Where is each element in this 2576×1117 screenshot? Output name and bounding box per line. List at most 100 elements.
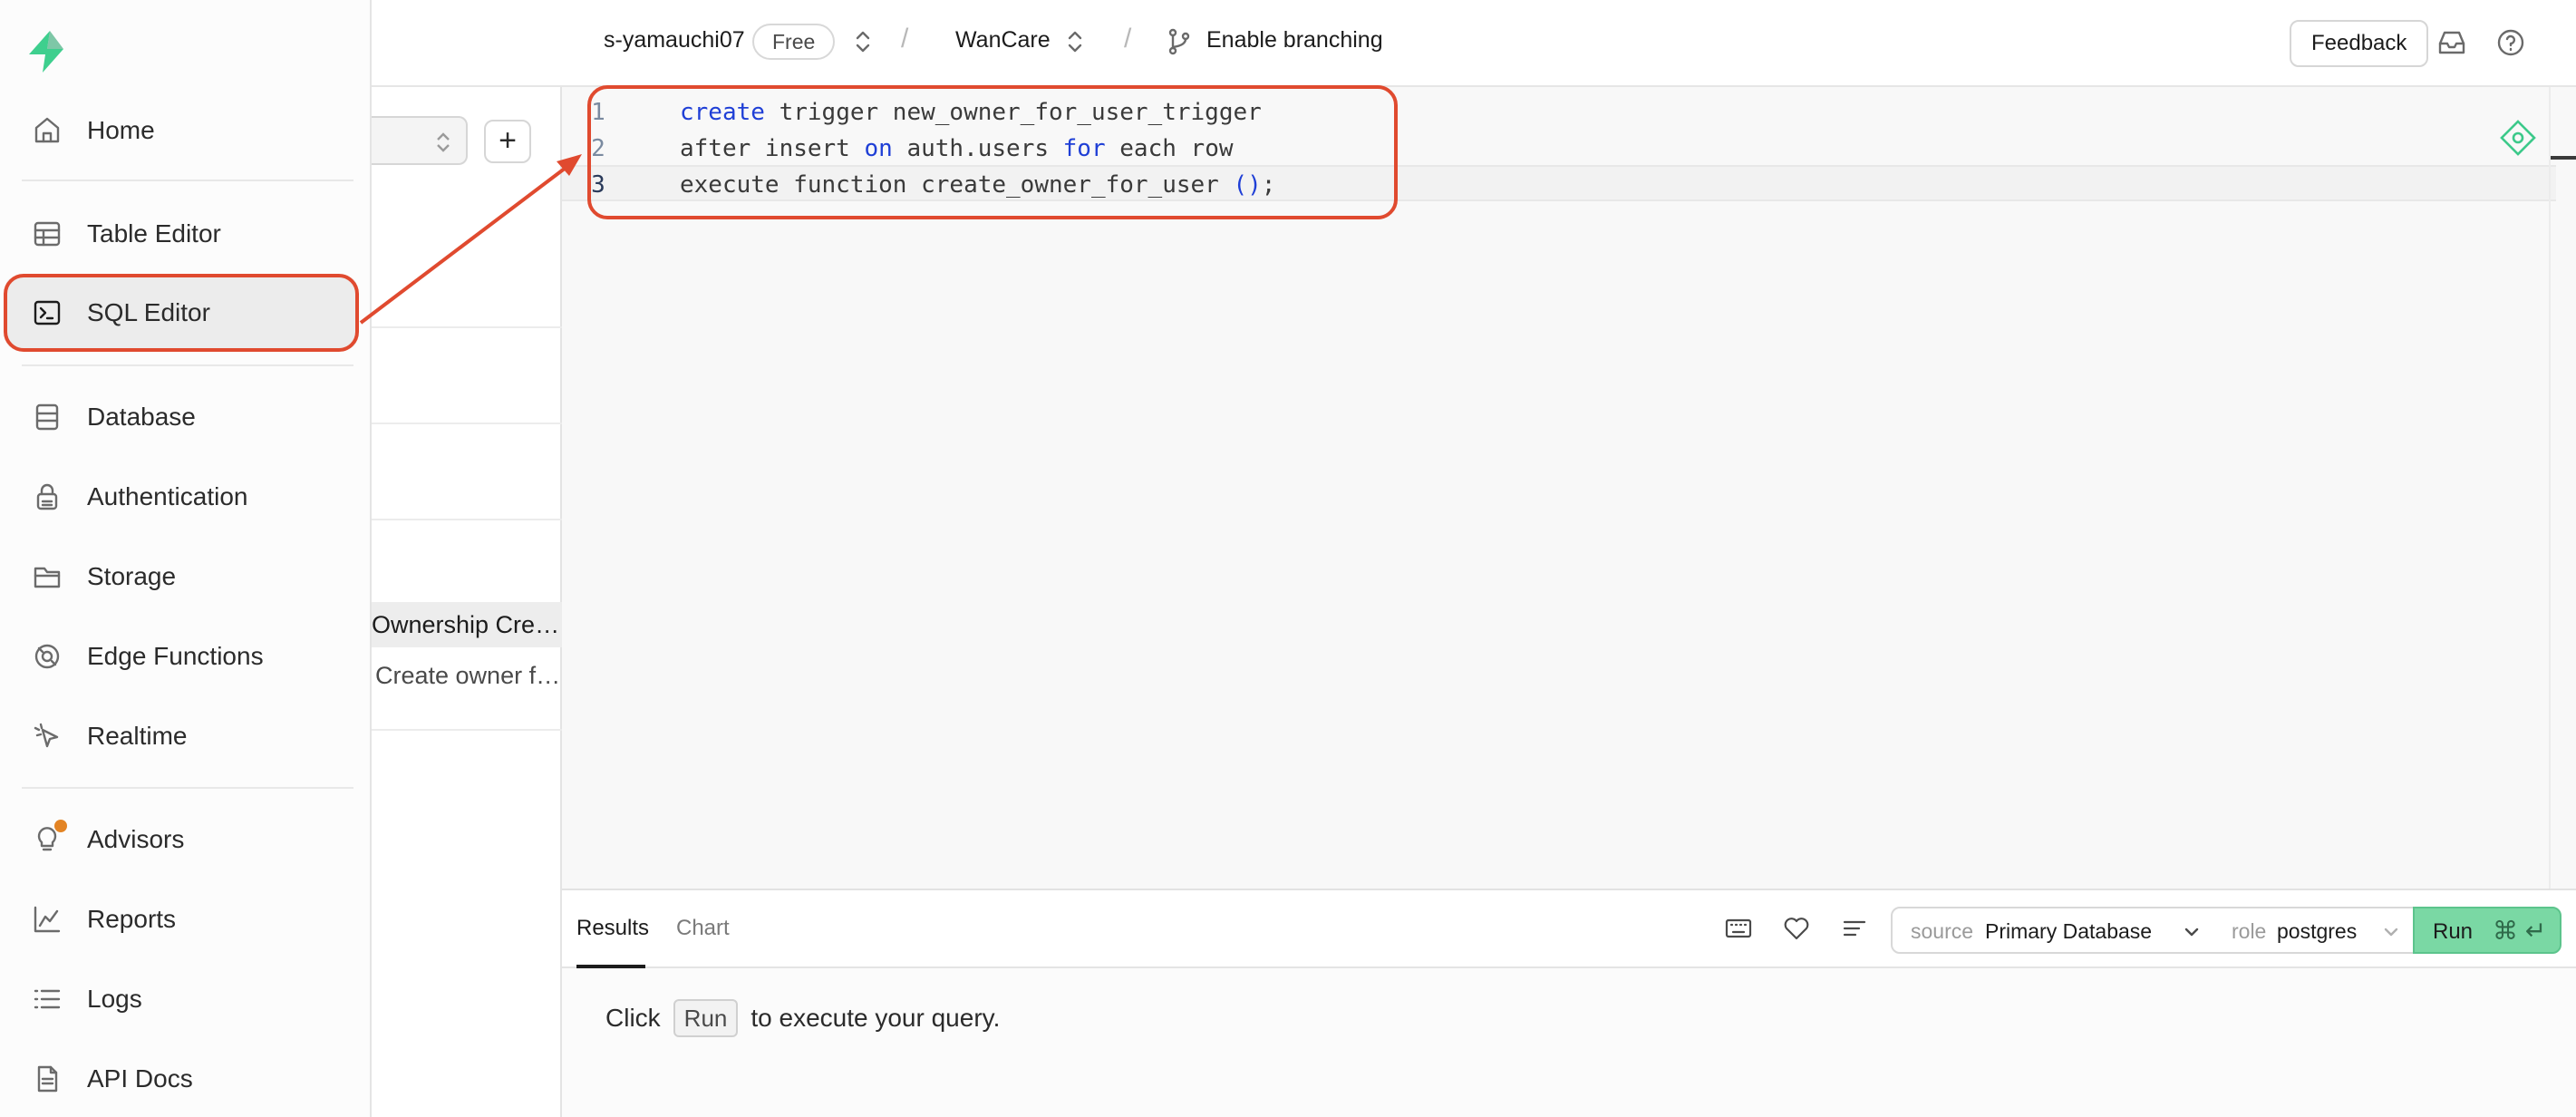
list-divider [372,729,562,731]
chevron-down-icon [2183,923,2201,941]
sidebar-item-authentication[interactable]: Authentication [5,461,357,533]
line-number: 3 [591,171,605,199]
tab-chart[interactable]: Chart [676,916,730,941]
source-value: Primary Database [1985,919,2153,943]
run-button[interactable]: Run ⌘ ↵ [2413,907,2561,954]
project-switcher-chevron-icon[interactable] [1064,28,1086,55]
database-icon [31,401,63,433]
sidebar-item-table-editor[interactable]: Table Editor [5,198,357,270]
role-select[interactable]: role postgres [2213,907,2416,954]
sidebar-item-label: Database [87,403,196,431]
role-value: postgres [2277,919,2358,943]
run-label: Run [2433,919,2474,944]
inbox-icon[interactable] [2436,27,2467,58]
lock-icon [31,481,63,513]
terminal-icon [31,296,63,329]
code-line[interactable]: 2 after insert on auth.users for each ro… [562,131,2556,167]
query-folder-label[interactable]: Ownership Creation [372,611,562,639]
add-query-button[interactable]: + [484,120,531,163]
source-select[interactable]: source Primary Database [1891,907,2215,954]
breadcrumb-separator: / [901,24,909,53]
role-prefix: role [2232,919,2267,943]
list-divider [372,423,562,424]
favorite-heart-icon[interactable] [1782,914,1811,943]
top-header: s-yamauchi07 Free / WanCare / Enable bra… [372,0,2576,87]
sidebar-item-label: Table Editor [87,219,221,248]
sidebar-item-api-docs[interactable]: API Docs [5,1043,357,1115]
home-icon [31,114,63,147]
active-tab-indicator [576,965,645,968]
sidebar-item-edge-functions[interactable]: Edge Functions [5,620,357,693]
results-empty-hint: Click Run to execute your query. [605,999,1000,1037]
keyboard-icon[interactable] [1724,914,1753,943]
sidebar-divider [22,787,353,789]
sidebar-item-label: Edge Functions [87,642,264,670]
code-line-current[interactable]: 3 execute function create_owner_for_user… [562,165,2556,201]
list-icon [31,983,63,1015]
list-divider [372,519,562,520]
chart-icon [31,903,63,936]
sidebar-item-label: Storage [87,562,177,590]
sidebar-item-home[interactable]: Home [5,94,357,167]
tab-results[interactable]: Results [576,916,649,941]
sidebar-item-advisors[interactable]: Advisors [5,803,357,876]
notification-dot [54,820,67,832]
breadcrumb-separator: / [1124,24,1132,53]
format-align-icon[interactable] [1840,914,1869,943]
sidebar-item-label: Logs [87,985,142,1013]
sidebar-item-label: Reports [87,905,177,933]
org-name[interactable]: s-yamauchi07 [604,27,745,53]
editor-scrollbar-thumb[interactable] [2551,156,2576,160]
sidebar-divider [22,364,353,366]
sidebar-item-reports[interactable]: Reports [5,883,357,956]
query-filter-select[interactable] [372,116,468,165]
hint-text: Click [605,1004,661,1032]
org-switcher-chevron-icon[interactable] [852,28,874,55]
sidebar-item-logs[interactable]: Logs [5,963,357,1035]
sidebar-item-label: SQL Editor [87,298,210,326]
doc-icon [31,1063,63,1095]
code-text: after insert on auth.users for each row [680,135,1234,162]
table-icon [31,218,63,250]
globe-icon [31,640,63,673]
sidebar-divider [22,180,353,181]
results-toolbar: Results Chart source Primary Database ro… [562,890,2576,968]
run-shortcut: ⌘ ↵ [2493,917,2547,945]
hint-run-key: Run [673,999,739,1037]
sidebar-item-database[interactable]: Database [5,381,357,453]
sidebar-item-realtime[interactable]: Realtime [5,700,357,772]
sidebar-item-sql-editor[interactable]: SQL Editor [5,277,357,349]
plan-badge: Free [752,24,836,60]
chevron-updown-icon [437,132,450,152]
supabase-logo-icon[interactable] [24,29,69,74]
code-text: create trigger new_owner_for_user_trigge… [680,99,1262,126]
hint-text: to execute your query. [751,1004,1001,1032]
sidebar-item-label: Authentication [87,482,248,510]
folder-icon [31,560,63,593]
sidebar-item-label: API Docs [87,1064,193,1093]
line-number: 2 [591,135,605,162]
sql-editor[interactable]: 1 create trigger new_owner_for_user_trig… [562,87,2576,889]
chevron-down-icon [2382,923,2400,941]
project-name[interactable]: WanCare [955,27,1051,53]
help-icon[interactable] [2495,27,2526,58]
query-list-panel: + Ownership Creation Create owner for us… [372,87,562,1117]
sidebar-item-storage[interactable]: Storage [5,540,357,613]
sidebar-item-label: Advisors [87,825,185,853]
code-text: execute function create_owner_for_user (… [680,171,1276,199]
bulb-icon [31,820,67,856]
cursor-icon [31,720,63,753]
sidebar-item-label: Home [87,116,155,144]
query-item-label[interactable]: Create owner for user [372,662,562,690]
results-panel: Results Chart source Primary Database ro… [562,889,2576,1117]
sidebar: Home Table Editor SQL Editor Database Au… [0,0,372,1117]
feedback-button[interactable]: Feedback [2290,20,2429,67]
ai-assistant-diamond-icon[interactable] [2498,118,2538,158]
sidebar-item-label: Realtime [87,722,188,750]
line-number: 1 [591,99,605,126]
code-line[interactable]: 1 create trigger new_owner_for_user_trig… [562,94,2556,131]
list-divider [372,326,562,328]
enable-branching-button[interactable]: Enable branching [1206,27,1383,53]
source-prefix: source [1911,919,1974,943]
editor-scrollbar-track [2549,87,2551,889]
